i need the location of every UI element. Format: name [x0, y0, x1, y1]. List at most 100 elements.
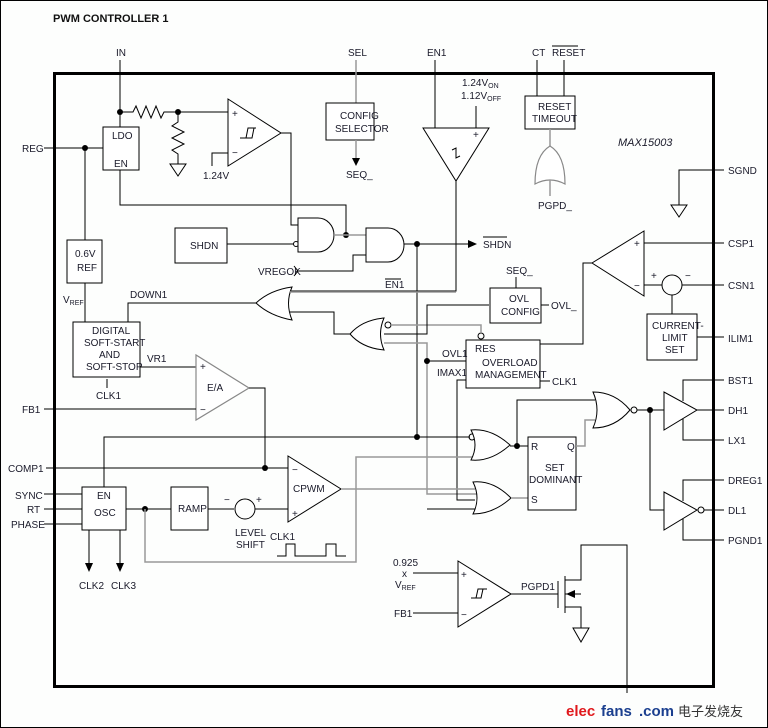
- pin-reg: REG: [22, 144, 44, 155]
- latch-label-2: DOMINANT: [529, 475, 582, 486]
- pin-ilim1: ILIM1: [728, 334, 753, 345]
- svg-text:+: +: [634, 239, 640, 250]
- ramp-label: RAMP: [178, 504, 207, 515]
- label-clk3: CLK3: [111, 581, 136, 592]
- label-down1: DOWN1: [130, 290, 168, 301]
- watermark-fans: fans: [601, 703, 632, 720]
- arrow-down-icon: [352, 158, 360, 166]
- label-vr1: VR1: [147, 354, 167, 365]
- watermark-cn: 电子发烧友: [678, 704, 743, 720]
- soft-start-label-4: SOFT-STOP: [86, 362, 143, 373]
- pin-lx1: LX1: [728, 436, 746, 447]
- pin-dl1: DL1: [728, 506, 747, 517]
- and-gate-1: [297, 217, 335, 253]
- svg-text:−: −: [224, 495, 230, 506]
- ovl-config-label-1: OVL: [509, 294, 529, 305]
- label-voff: 1.12VOFF: [461, 91, 501, 103]
- pin-reset: RESET: [552, 48, 585, 59]
- svg-text:−: −: [200, 405, 206, 416]
- config-selector-label-2: SELECTOR: [335, 124, 389, 135]
- svg-text:+: +: [200, 362, 206, 373]
- overload-label-1: OVERLOAD: [482, 358, 538, 369]
- osc-label: OSC: [94, 508, 116, 519]
- ground-icon: [169, 163, 187, 177]
- label-pgpd1: PGPD1: [521, 582, 555, 593]
- low-side-driver: [663, 491, 699, 531]
- pin-in: IN: [116, 48, 126, 59]
- ref-block: [66, 239, 103, 284]
- label-clk1-wave: CLK1: [270, 532, 295, 543]
- label-shdn-bar: SHDN: [483, 240, 511, 251]
- ground-icon-pg: [572, 627, 590, 644]
- pin-rt: RT: [27, 505, 40, 516]
- or-gate-pgpd: [534, 145, 566, 185]
- summing-node: [661, 274, 683, 296]
- soft-start-label-3: AND: [99, 350, 120, 361]
- pin-bst1: BST1: [728, 376, 753, 387]
- soft-start-label-2: SOFT-START: [84, 338, 145, 349]
- watermark: elec fans .com 电子发烧友: [565, 694, 765, 724]
- latch-q-label: Q: [567, 442, 575, 453]
- ldo-label: LDO: [112, 131, 133, 142]
- label-en1-bar: EN1: [385, 280, 405, 291]
- arrow-down-clk2: [85, 563, 93, 572]
- pin-dh1: DH1: [728, 406, 748, 417]
- label-x: x: [402, 569, 407, 580]
- overload-label-2: MANAGEMENT: [475, 370, 547, 381]
- level-shift-node: [234, 498, 256, 520]
- reset-timeout-label-1: RESET: [538, 102, 571, 113]
- current-limit-label-3: SET: [665, 345, 684, 356]
- pin-sel: SEL: [348, 48, 367, 59]
- label-seq-out: SEQ_: [346, 170, 373, 181]
- ldo-en-label: EN: [114, 159, 128, 170]
- nmos-arrow-icon: [566, 590, 575, 598]
- clock-waveform-icon: [277, 543, 346, 557]
- pin-comp1: COMP1: [8, 464, 44, 475]
- osc-en-label: EN: [97, 491, 111, 502]
- svg-text:+: +: [651, 271, 657, 282]
- label-ea: E/A: [207, 383, 223, 394]
- high-side-driver: [663, 391, 699, 431]
- block-diagram: PWM CONTROLLER 1 MAX15003 IN LDO EN REG …: [8, 13, 765, 724]
- label-vregok: VREGOK: [258, 267, 301, 278]
- label-seq-in: SEQ_: [506, 266, 533, 277]
- label-0925: 0.925: [393, 558, 418, 569]
- overload-res-label: RES: [475, 344, 496, 355]
- svg-text:−: −: [634, 281, 640, 292]
- watermark-com: .com: [639, 703, 674, 720]
- current-limit-label-2: LIMIT: [662, 333, 688, 344]
- part-number: MAX15003: [618, 137, 673, 149]
- svg-text:+: +: [232, 109, 238, 120]
- or-gate-set: [472, 481, 512, 515]
- resistor-bottom: [170, 112, 186, 164]
- diagram-title: PWM CONTROLLER 1: [53, 13, 169, 25]
- svg-text:−: −: [685, 271, 691, 282]
- arrow-right-icon: [468, 240, 477, 248]
- label-clk1-ss: CLK1: [96, 391, 121, 402]
- label-von: 1.24VON: [462, 78, 499, 90]
- or-gate-reset: [470, 429, 511, 461]
- nor-gate-driver: [592, 391, 631, 429]
- pin-phase: PHASE: [11, 520, 45, 531]
- pin-sgnd: SGND: [728, 166, 757, 177]
- pin-csp1: CSP1: [728, 239, 755, 250]
- svg-text:+: +: [473, 130, 479, 141]
- label-clk2: CLK2: [79, 581, 104, 592]
- label-vref: VREF: [63, 295, 84, 307]
- latch-label-1: SET: [545, 463, 564, 474]
- svg-text:+: +: [292, 509, 298, 520]
- label-ovl-out: OVL_: [551, 301, 577, 312]
- label-1-24v: 1.24V: [203, 171, 229, 182]
- label-clk1-ovl: CLK1: [552, 377, 577, 388]
- label-cpwm: CPWM: [293, 484, 325, 495]
- pin-csn1: CSN1: [728, 281, 755, 292]
- label-fb1-pg: FB1: [394, 609, 413, 620]
- chip-outline: [53, 72, 715, 688]
- latch-s-label: S: [531, 495, 538, 506]
- label-pgpd-out: PGPD_: [538, 201, 572, 212]
- ground-icon-sgnd: [670, 204, 688, 218]
- pin-fb1: FB1: [22, 405, 41, 416]
- label-kvref: VREF: [395, 580, 416, 592]
- svg-text:−: −: [292, 465, 298, 476]
- pin-sync: SYNC: [15, 491, 43, 502]
